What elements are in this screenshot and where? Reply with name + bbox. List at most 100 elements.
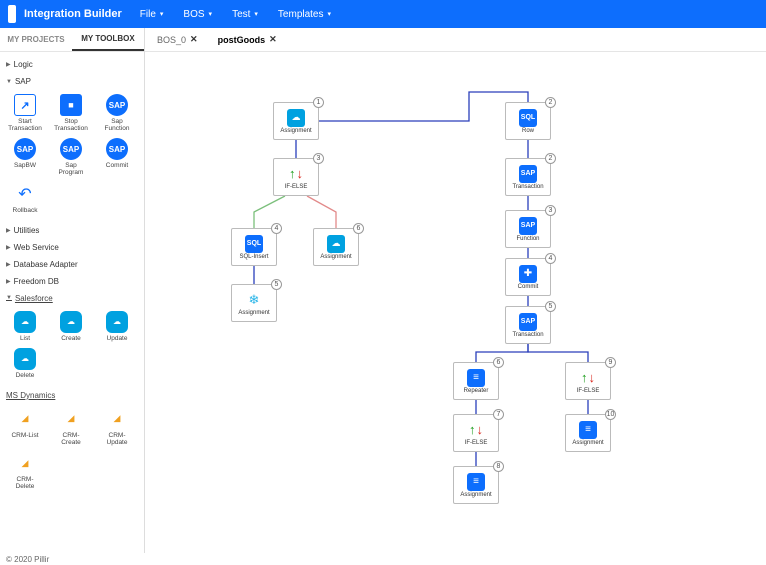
node-label: Assignment [280,128,311,134]
node-label: Function [516,236,539,242]
menu-templates[interactable]: Templates▾ [278,9,331,20]
tab-bos0[interactable]: BOS_0✕ [149,30,206,49]
sidebar-body: ▶Logic ▼SAP ↗Start Transaction ■Stop Tra… [0,52,144,553]
node-label: Transaction [512,184,543,190]
node-label: Assignment [238,310,269,316]
node-function[interactable]: 3SAPFunction [505,210,551,248]
node-assignment[interactable]: 5❄Assignment [231,284,277,322]
tool-stop-transaction[interactable]: ■Stop Transaction [54,94,88,132]
chevron-down-icon: ▼ [6,295,12,301]
node-commit[interactable]: 4✚Commit [505,258,551,296]
node-number: 8 [493,461,504,472]
chevron-down-icon: ▾ [209,10,213,18]
node-assignment[interactable]: 6☁Assignment [313,228,359,266]
salesforce-tools: ☁List ☁Create ☁Update ☁Delete [6,307,138,387]
tool-commit[interactable]: SAPCommit [100,138,134,176]
menu-bos[interactable]: BOS▾ [183,9,212,20]
close-icon[interactable]: ✕ [269,34,277,45]
tool-crm-delete[interactable]: ◢CRM-Delete [8,452,42,490]
tool-sap-bw[interactable]: SAPSapBW [8,138,42,176]
tool-rollback[interactable]: ↶Rollback [8,183,42,214]
chevron-down-icon: ▾ [328,10,332,18]
node-number: 3 [545,205,556,216]
menu-file[interactable]: File▾ [140,9,164,20]
node-assignment[interactable]: 8≡Assignment [453,466,499,504]
crm-tools: ◢CRM-List ◢CRM-Create ◢CRM-Update ◢CRM-D… [6,404,138,499]
node-label: IF-ELSE [577,388,600,394]
menu-test[interactable]: Test▾ [232,9,258,20]
node-number: 6 [353,223,364,234]
node-if-else[interactable]: 9↑↓IF-ELSE [565,362,611,400]
chevron-right-icon: ▶ [6,244,11,251]
cat-freedomdb[interactable]: ▶Freedom DB [6,273,138,290]
main-area: MY PROJECTS MY TOOLBOX ▶Logic ▼SAP ↗Star… [0,28,766,553]
tool-sf-delete[interactable]: ☁Delete [8,348,42,379]
sap-icon: SAP [106,94,128,116]
tool-sap-program[interactable]: SAPSap Program [54,138,88,176]
sap-icon: SAP [60,138,82,160]
chevron-right-icon: ▶ [6,227,11,234]
node-label: IF-ELSE [285,184,308,190]
cat-salesforce[interactable]: ▼Salesforce [6,290,138,307]
node-number: 5 [545,301,556,312]
cat-dbadapter[interactable]: ▶Database Adapter [6,256,138,273]
tool-crm-update[interactable]: ◢CRM-Update [100,408,134,446]
node-number: 10 [605,409,616,420]
commit-icon: SAP [106,138,128,160]
app-logo [8,5,16,23]
chevron-right-icon: ▶ [6,278,11,285]
chart-icon: ◢ [14,408,36,430]
chart-icon: ◢ [106,408,128,430]
node-number: 3 [313,153,324,164]
tab-postgoods[interactable]: postGoods✕ [210,30,285,49]
node-number: 7 [493,409,504,420]
node-label: IF-ELSE [465,440,488,446]
cat-msdynamics[interactable]: MS Dynamics [6,387,138,404]
node-if-else[interactable]: 3↑↓IF-ELSE [273,158,319,196]
cloud-icon: ☁ [14,311,36,333]
footer: © 2020 Pillir [0,553,766,565]
chart-icon: ◢ [60,408,82,430]
chevron-down-icon: ▾ [160,10,164,18]
node-if-else[interactable]: 7↑↓IF-ELSE [453,414,499,452]
app-title: Integration Builder [24,8,122,20]
sap-icon: SAP [14,138,36,160]
chevron-right-icon: ▶ [6,261,11,268]
node-transaction[interactable]: 5SAPTransaction [505,306,551,344]
tab-my-toolbox[interactable]: MY TOOLBOX [72,28,144,51]
sidebar-tabs: MY PROJECTS MY TOOLBOX [0,28,144,52]
node-assignment[interactable]: 10≡Assignment [565,414,611,452]
node-number: 6 [493,357,504,368]
tool-start-transaction[interactable]: ↗Start Transaction [8,94,42,132]
node-transaction[interactable]: 2SAPTransaction [505,158,551,196]
close-icon[interactable]: ✕ [190,34,198,45]
app-header: Integration Builder File▾ BOS▾ Test▾ Tem… [0,0,766,28]
tab-my-projects[interactable]: MY PROJECTS [0,28,72,51]
cat-logic[interactable]: ▶Logic [6,56,138,73]
node-label: Commit [518,284,539,290]
tool-crm-list[interactable]: ◢CRM-List [8,408,42,446]
flow-canvas[interactable]: 1☁Assignment 2SQLRow 3↑↓IF-ELSE 4SQLSQL-Ins… [145,52,766,553]
cloud-icon: ☁ [14,348,36,370]
cat-webservice[interactable]: ▶Web Service [6,239,138,256]
node-assignment[interactable]: 1☁Assignment [273,102,319,140]
node-sql-insert[interactable]: 4SQLSQL-Insert [231,228,277,266]
node-repeater[interactable]: 6≡Repeater [453,362,499,400]
cat-utilities[interactable]: ▶Utilities [6,222,138,239]
cloud-icon: ☁ [106,311,128,333]
node-label: SQL-Insert [239,254,268,260]
main-menu: File▾ BOS▾ Test▾ Templates▾ [140,9,331,20]
node-row[interactable]: 2SQLRow [505,102,551,140]
tool-sap-function[interactable]: SAPSap Function [100,94,134,132]
tool-sf-update[interactable]: ☁Update [100,311,134,342]
sidebar: MY PROJECTS MY TOOLBOX ▶Logic ▼SAP ↗Star… [0,28,145,553]
tool-sf-create[interactable]: ☁Create [54,311,88,342]
chevron-down-icon: ▼ [6,79,12,85]
node-label: Repeater [464,388,489,394]
cat-sap[interactable]: ▼SAP [6,73,138,90]
cloud-icon: ☁ [60,311,82,333]
tool-sf-list[interactable]: ☁List [8,311,42,342]
node-number: 4 [545,253,556,264]
tool-crm-create[interactable]: ◢CRM-Create [54,408,88,446]
sap-tools: ↗Start Transaction ■Stop Transaction SAP… [6,90,138,222]
